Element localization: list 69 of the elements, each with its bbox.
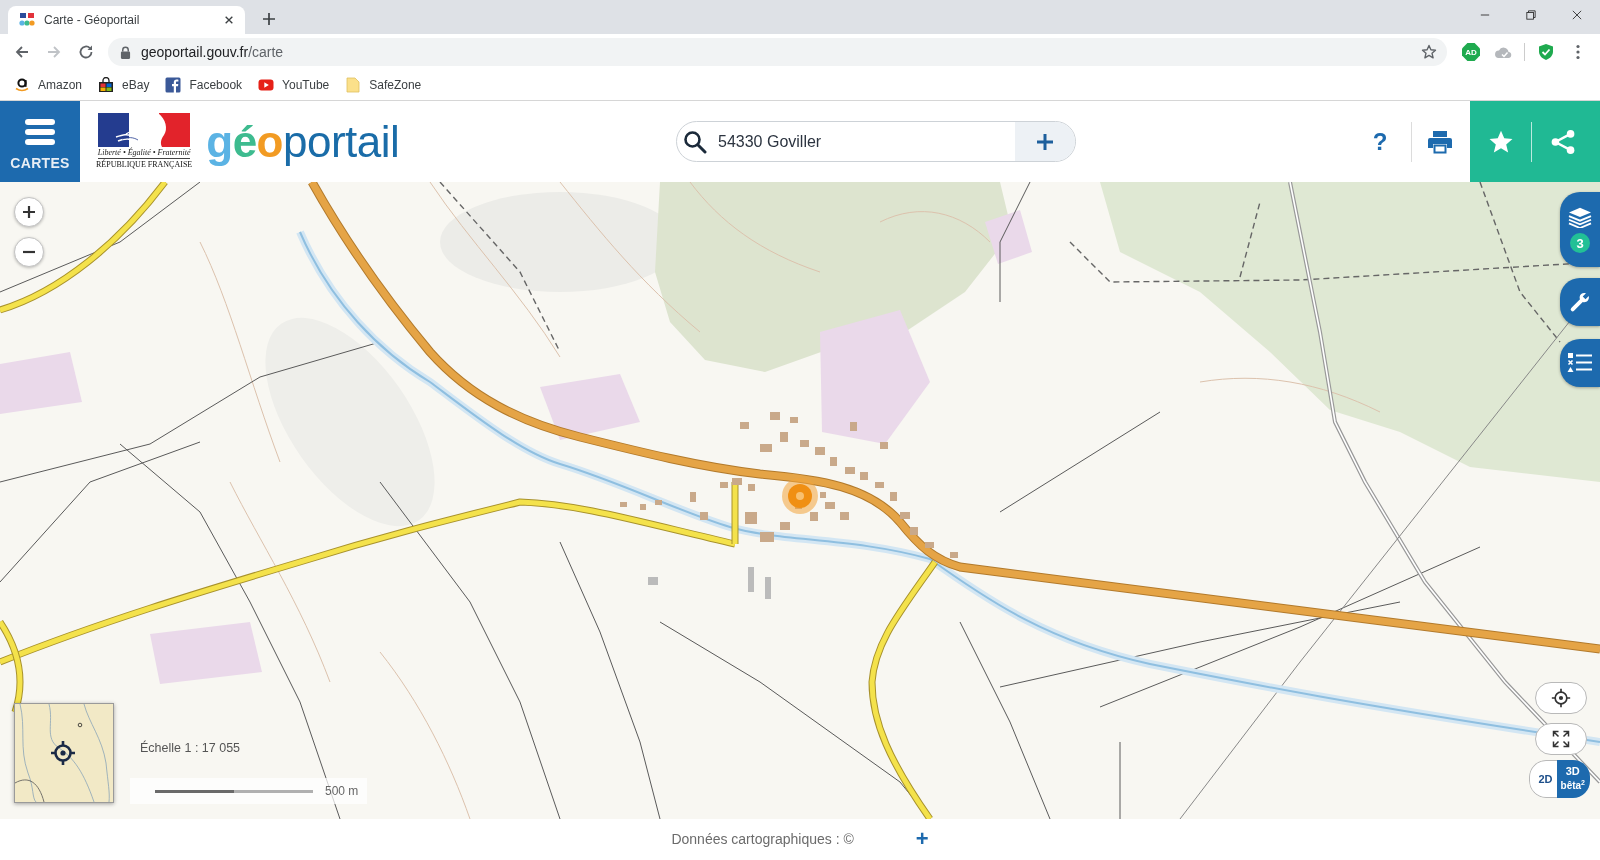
plus-icon — [22, 205, 36, 219]
smile-logo-icon — [14, 77, 30, 93]
flag-favicon-icon — [19, 12, 35, 28]
bookmark-link[interactable]: YouTube — [252, 72, 336, 98]
building — [700, 512, 708, 520]
close-icon — [1572, 10, 1582, 20]
built-up-area — [985, 210, 1032, 264]
reload-icon — [78, 44, 94, 60]
star-outline-icon — [1421, 44, 1437, 60]
f-logo-icon — [165, 77, 182, 93]
expand-arrows-icon — [1551, 729, 1571, 749]
attribution-text: Données cartographiques : © — [671, 831, 854, 847]
scale-label: 500 m — [325, 784, 359, 798]
building — [780, 522, 790, 530]
building — [745, 512, 757, 524]
building — [950, 552, 958, 558]
share-icon — [1549, 128, 1576, 155]
building — [748, 567, 754, 592]
flag-profile-icon — [98, 113, 191, 147]
motto-text: Liberté • Égalité • Fraternité — [97, 148, 191, 159]
layer-count-badge: 3 — [1570, 233, 1590, 253]
legend-tab[interactable] — [1560, 339, 1600, 387]
add-search-button[interactable] — [1015, 122, 1075, 161]
layers-icon — [1567, 206, 1593, 228]
building — [655, 500, 662, 505]
bookmark-link[interactable]: SafeZone — [339, 72, 428, 98]
location-marker-icon — [781, 477, 819, 515]
building — [648, 577, 658, 585]
building — [850, 422, 857, 431]
building — [760, 532, 774, 542]
republic-text: RÉPUBLIQUE FRANÇAISE — [96, 159, 193, 170]
restore-icon — [1526, 10, 1536, 20]
plus-icon — [1036, 132, 1054, 151]
shield-check-icon — [1537, 43, 1555, 61]
tools-tab[interactable] — [1560, 278, 1600, 326]
expand-attribution-button[interactable]: + — [915, 828, 929, 850]
crosshair-icon — [1551, 688, 1571, 708]
maps-menu-button[interactable]: CARTES — [0, 101, 80, 182]
menu-icon — [25, 118, 55, 145]
play-button-icon — [258, 77, 275, 93]
bookmark-link[interactable]: Amazon — [8, 72, 89, 98]
minus-icon — [22, 250, 36, 254]
lock-icon — [120, 45, 131, 59]
site-logo[interactable]: géoportail — [206, 116, 400, 167]
building — [620, 502, 627, 507]
arrow-right-icon — [46, 44, 62, 60]
building — [880, 442, 888, 449]
building — [640, 504, 646, 510]
note-page-icon — [345, 77, 362, 93]
shopping-bag-icon — [98, 77, 115, 93]
scale-text: Échelle 1 : 17 055 — [140, 741, 241, 755]
arrow-left-icon — [14, 44, 30, 60]
browser-tab[interactable]: Carte - Géoportail — [8, 6, 245, 34]
building — [760, 444, 772, 452]
bookmark-link[interactable]: Facebook — [159, 72, 249, 98]
more-vertical-icon — [1576, 44, 1580, 60]
plus-icon — [262, 12, 276, 26]
building — [790, 417, 798, 423]
search-input[interactable]: 54330 Goviller — [707, 126, 1015, 157]
search-icon — [683, 129, 707, 154]
legend-list-icon — [1567, 352, 1593, 374]
building — [740, 422, 749, 429]
printer-icon — [1427, 129, 1453, 154]
building — [765, 577, 771, 599]
bookmark-link[interactable]: eBay — [92, 72, 156, 98]
close-icon — [224, 15, 234, 25]
help-button[interactable]: ? — [1360, 121, 1400, 162]
address-bar[interactable]: geoportail.gouv.fr/carte — [108, 38, 1447, 66]
crosshair-icon — [51, 741, 75, 765]
